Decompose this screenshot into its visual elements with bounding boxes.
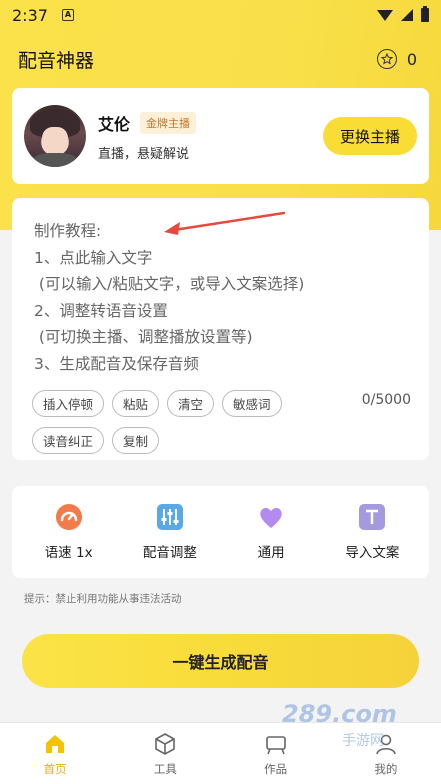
chip-paste[interactable]: 粘贴 bbox=[112, 390, 160, 417]
heart-icon bbox=[257, 503, 285, 531]
anchor-name: 艾伦 bbox=[98, 114, 131, 134]
speedometer-icon bbox=[55, 503, 83, 531]
works-icon bbox=[263, 731, 289, 757]
sliders-icon bbox=[156, 503, 184, 531]
pointer-arrow-icon bbox=[164, 211, 286, 235]
nav-home-label: 首页 bbox=[43, 761, 67, 776]
change-anchor-button[interactable]: 更换主播 bbox=[323, 117, 417, 155]
coin-count: 0 bbox=[406, 49, 417, 69]
chip-sensitive-words[interactable]: 敏感词 bbox=[222, 390, 282, 417]
app-header: 配音神器 0 bbox=[0, 36, 441, 82]
nav-home[interactable]: 首页 bbox=[15, 731, 95, 777]
signal-icon bbox=[401, 9, 413, 21]
avatar bbox=[24, 105, 86, 167]
anchor-info: 艾伦 金牌主播 直播，悬疑解说 bbox=[98, 111, 197, 162]
tool-general-label: 通用 bbox=[257, 545, 285, 561]
chip-insert-pause[interactable]: 插入停顿 bbox=[32, 390, 105, 417]
tools-card: 语速 1x 配音调整 通用 导入文案 bbox=[12, 486, 429, 578]
tool-speed-label: 语速 1x bbox=[44, 545, 93, 561]
app-title: 配音神器 bbox=[18, 49, 95, 72]
hint-text: 提示：禁止利用功能从事违法活动 bbox=[24, 593, 182, 605]
chip-list: 插入停顿 粘贴 清空 敏感词 读音纠正 复制 bbox=[32, 390, 332, 454]
text-import-icon bbox=[358, 503, 386, 531]
chip-copy[interactable]: 复制 bbox=[112, 427, 160, 454]
coin-balance[interactable]: 0 bbox=[376, 49, 417, 69]
coin-icon bbox=[376, 49, 397, 69]
wifi-icon bbox=[377, 9, 393, 21]
nav-profile-label: 我的 bbox=[374, 761, 398, 776]
anchor-badge: 金牌主播 bbox=[140, 111, 197, 134]
cube-icon bbox=[152, 731, 178, 757]
tool-voice-adjust-label: 配音调整 bbox=[142, 545, 197, 561]
watermark-logo: 289.com bbox=[282, 700, 397, 728]
tool-import-text[interactable]: 导入文案 bbox=[324, 503, 420, 561]
watermark-sub: 手游网 bbox=[342, 733, 384, 749]
nav-tools[interactable]: 工具 bbox=[125, 731, 205, 777]
home-icon bbox=[42, 731, 68, 757]
tutorial-text: 制作教程: 1、点此输入文字 (可以输入/粘贴文字，或导入文案选择) 2、调整转… bbox=[34, 222, 305, 373]
status-icons bbox=[377, 6, 429, 22]
anchor-card: 艾伦 金牌主播 直播，悬疑解说 更换主播 bbox=[12, 88, 429, 184]
battery-icon bbox=[421, 6, 429, 22]
status-bar: 2:37 A bbox=[0, 0, 441, 30]
status-time: 2:37 bbox=[12, 5, 48, 25]
nav-works[interactable]: 作品 bbox=[236, 731, 316, 777]
generate-voice-button[interactable]: 一键生成配音 bbox=[22, 634, 419, 688]
text-input-area[interactable]: 制作教程: 1、点此输入文字 (可以输入/粘贴文字，或导入文案选择) 2、调整转… bbox=[12, 198, 429, 460]
tool-speed[interactable]: 语速 1x bbox=[21, 503, 117, 561]
tool-general[interactable]: 通用 bbox=[223, 503, 319, 561]
sim-icon: A bbox=[61, 9, 74, 21]
nav-tools-label: 工具 bbox=[153, 761, 177, 776]
word-count: 0/5000 bbox=[361, 392, 411, 408]
chip-pronunciation[interactable]: 读音纠正 bbox=[32, 427, 105, 454]
anchor-description: 直播，悬疑解说 bbox=[98, 146, 190, 162]
tool-import-text-label: 导入文案 bbox=[345, 545, 400, 561]
nav-works-label: 作品 bbox=[264, 761, 288, 776]
tool-voice-adjust[interactable]: 配音调整 bbox=[122, 503, 218, 561]
chip-clear[interactable]: 清空 bbox=[167, 390, 215, 417]
